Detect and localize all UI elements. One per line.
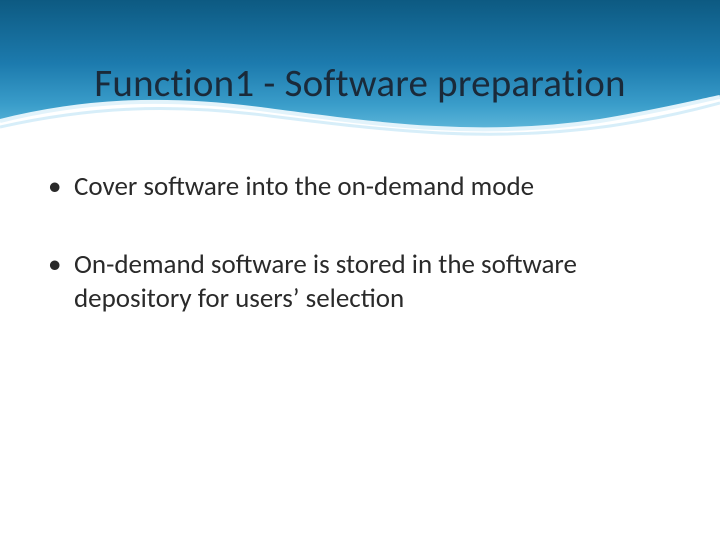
header-banner: Function1 - Software preparation [0, 0, 720, 140]
list-item: On-demand software is stored in the soft… [48, 248, 660, 316]
bullet-text: Cover software into the on-demand mode [74, 170, 534, 203]
list-item: Cover software into the on-demand mode [48, 170, 660, 204]
wave-decoration [0, 91, 720, 141]
slide-body: Cover software into the on-demand mode O… [48, 170, 660, 359]
slide: Function1 - Software preparation Cover s… [0, 0, 720, 540]
bullet-list: Cover software into the on-demand mode O… [48, 170, 660, 315]
bullet-text: On-demand software is stored in the soft… [74, 248, 577, 315]
